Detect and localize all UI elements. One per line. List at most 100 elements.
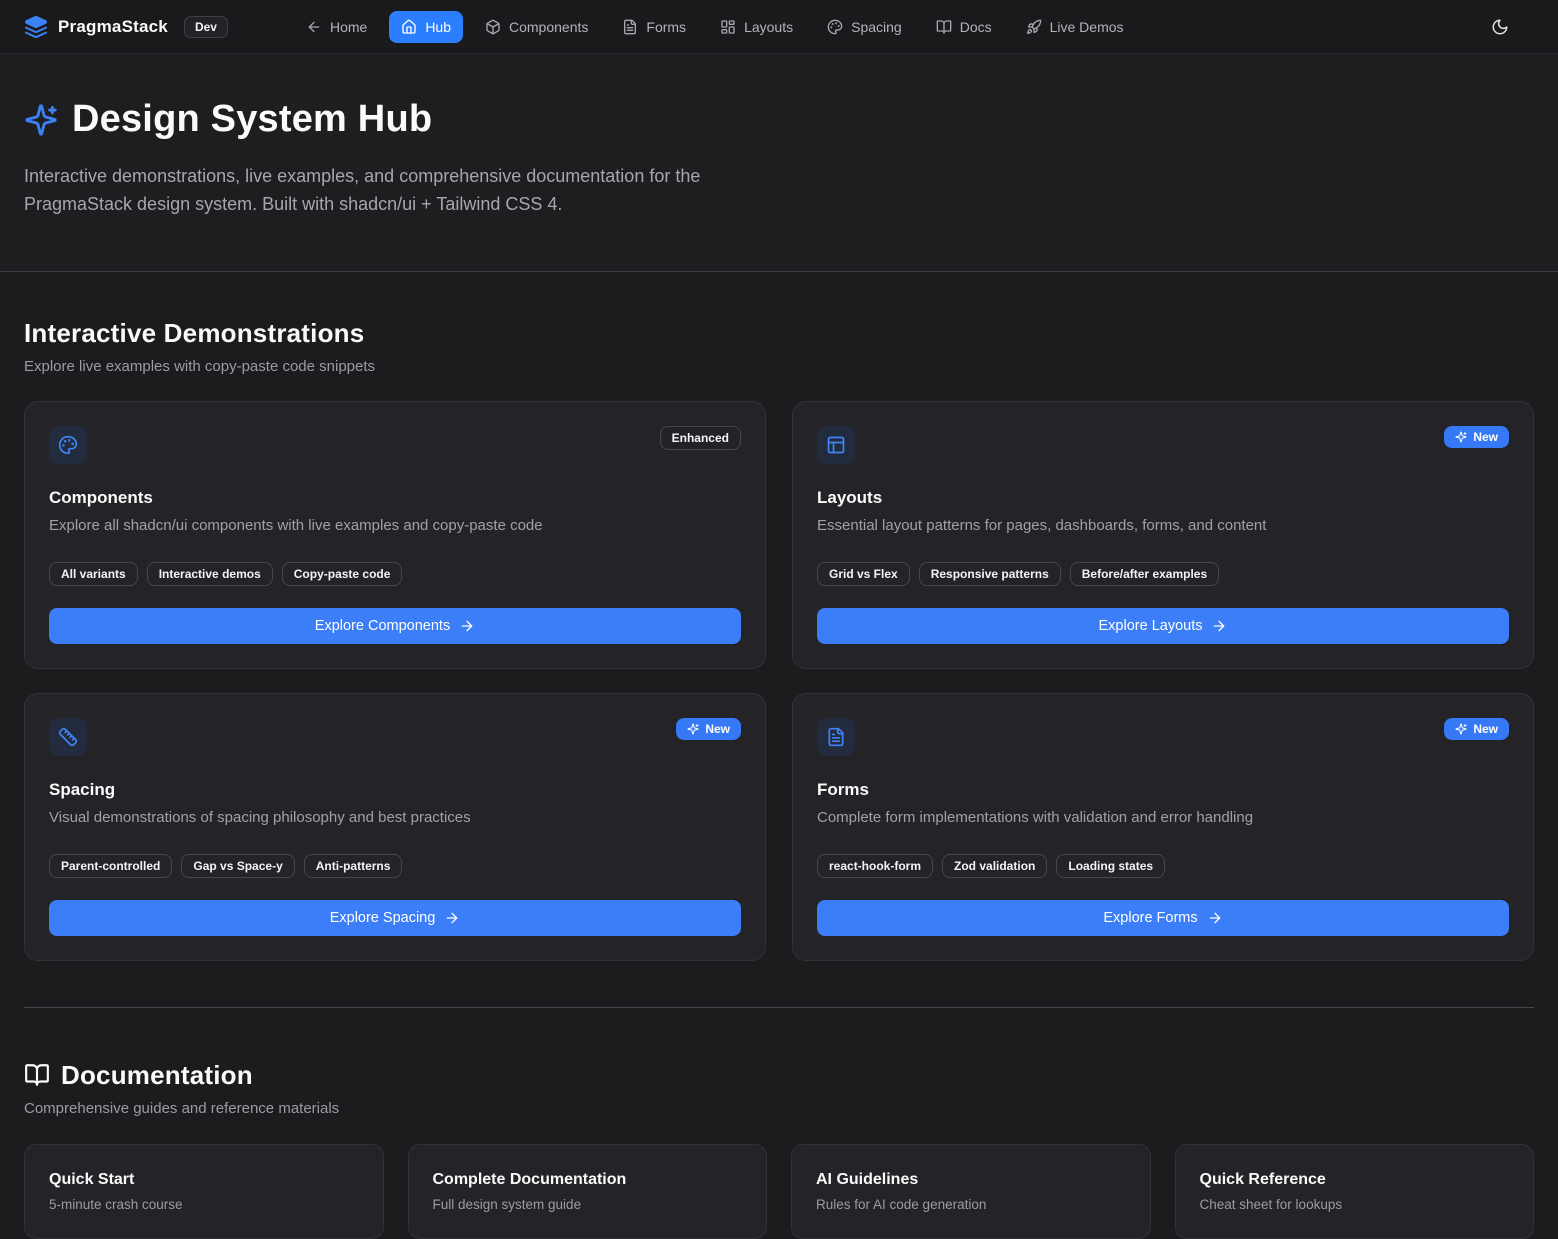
hero-section: Design System Hub Interactive demonstrat… bbox=[0, 54, 1558, 272]
demo-card-layouts: New Layouts Essential layout patterns fo… bbox=[792, 401, 1534, 669]
card-title: Layouts bbox=[817, 488, 1509, 508]
card-title: Spacing bbox=[49, 780, 741, 800]
main-nav: Home Hub Components Forms Layouts bbox=[294, 11, 1136, 43]
explore-forms-button[interactable]: Explore Forms bbox=[817, 900, 1509, 936]
nav-label: Live Demos bbox=[1050, 19, 1124, 35]
button-label: Explore Spacing bbox=[330, 910, 436, 926]
file-text-icon bbox=[622, 19, 638, 35]
button-label: Explore Forms bbox=[1103, 910, 1197, 926]
card-description: Complete form implementations with valid… bbox=[817, 809, 1509, 826]
demo-card-forms: New Forms Complete form implementations … bbox=[792, 693, 1534, 961]
nav-item-home[interactable]: Home bbox=[294, 11, 379, 43]
book-open-icon bbox=[936, 19, 952, 35]
layers-logo-icon bbox=[24, 15, 48, 39]
explore-spacing-button[interactable]: Explore Spacing bbox=[49, 900, 741, 936]
nav-label: Hub bbox=[425, 19, 451, 35]
brand[interactable]: PragmaStack Dev bbox=[24, 15, 228, 39]
doc-card-title: AI Guidelines bbox=[816, 1171, 1126, 1189]
doc-card-description: Full design system guide bbox=[433, 1197, 743, 1212]
sparkles-icon bbox=[1455, 723, 1467, 735]
doc-card-title: Quick Reference bbox=[1200, 1171, 1510, 1189]
doc-card-quick-start[interactable]: Quick Start 5-minute crash course bbox=[24, 1144, 384, 1239]
tag-row: Parent-controlled Gap vs Space-y Anti-pa… bbox=[49, 854, 741, 878]
enhanced-badge: Enhanced bbox=[660, 426, 741, 450]
doc-card-complete-documentation[interactable]: Complete Documentation Full design syste… bbox=[408, 1144, 768, 1239]
tag: Interactive demos bbox=[147, 562, 273, 586]
doc-card-quick-reference[interactable]: Quick Reference Cheat sheet for lookups bbox=[1175, 1144, 1535, 1239]
sparkles-icon bbox=[1455, 431, 1467, 443]
nav-item-forms[interactable]: Forms bbox=[610, 11, 698, 43]
explore-components-button[interactable]: Explore Components bbox=[49, 608, 741, 644]
tag: Zod validation bbox=[942, 854, 1047, 878]
palette-icon bbox=[49, 426, 87, 464]
book-open-icon bbox=[24, 1062, 50, 1088]
button-label: Explore Layouts bbox=[1099, 618, 1203, 634]
tag-row: react-hook-form Zod validation Loading s… bbox=[817, 854, 1509, 878]
doc-card-title: Complete Documentation bbox=[433, 1171, 743, 1189]
nav-label: Spacing bbox=[851, 19, 902, 35]
card-title: Components bbox=[49, 488, 741, 508]
tag: Grid vs Flex bbox=[817, 562, 910, 586]
new-badge: New bbox=[1444, 718, 1509, 740]
package-icon bbox=[485, 19, 501, 35]
demo-card-components: Enhanced Components Explore all shadcn/u… bbox=[24, 401, 766, 669]
doc-card-ai-guidelines[interactable]: AI Guidelines Rules for AI code generati… bbox=[791, 1144, 1151, 1239]
sparkles-icon bbox=[687, 723, 699, 735]
section-divider bbox=[24, 1007, 1534, 1008]
tag: Loading states bbox=[1056, 854, 1165, 878]
arrow-left-icon bbox=[306, 19, 322, 35]
badge-label: New bbox=[705, 722, 730, 736]
arrow-right-icon bbox=[459, 618, 475, 634]
doc-card-description: Cheat sheet for lookups bbox=[1200, 1197, 1510, 1212]
card-title: Forms bbox=[817, 780, 1509, 800]
badge-label: New bbox=[1473, 722, 1498, 736]
doc-card-title: Quick Start bbox=[49, 1171, 359, 1189]
palette-icon bbox=[827, 19, 843, 35]
nav-label: Forms bbox=[646, 19, 686, 35]
tag: Responsive patterns bbox=[919, 562, 1061, 586]
nav-item-hub[interactable]: Hub bbox=[389, 11, 463, 43]
explore-layouts-button[interactable]: Explore Layouts bbox=[817, 608, 1509, 644]
nav-item-components[interactable]: Components bbox=[473, 11, 600, 43]
theme-toggle-button[interactable] bbox=[1482, 9, 1518, 45]
tag: All variants bbox=[49, 562, 138, 586]
tag: react-hook-form bbox=[817, 854, 933, 878]
arrow-right-icon bbox=[1211, 618, 1227, 634]
nav-item-live-demos[interactable]: Live Demos bbox=[1014, 11, 1136, 43]
nav-item-layouts[interactable]: Layouts bbox=[708, 11, 805, 43]
page-title: Design System Hub bbox=[72, 98, 432, 141]
demos-section-title: Interactive Demonstrations bbox=[24, 318, 1534, 349]
tag: Copy-paste code bbox=[282, 562, 403, 586]
arrow-right-icon bbox=[444, 910, 460, 926]
layout-dashboard-icon bbox=[720, 19, 736, 35]
nav-item-spacing[interactable]: Spacing bbox=[815, 11, 914, 43]
dev-badge: Dev bbox=[184, 16, 228, 38]
tag-row: All variants Interactive demos Copy-past… bbox=[49, 562, 741, 586]
tag: Anti-patterns bbox=[304, 854, 403, 878]
nav-label: Home bbox=[330, 19, 367, 35]
tag: Parent-controlled bbox=[49, 854, 172, 878]
tag: Gap vs Space-y bbox=[181, 854, 294, 878]
doc-card-description: Rules for AI code generation bbox=[816, 1197, 1126, 1212]
nav-label: Docs bbox=[960, 19, 992, 35]
nav-item-docs[interactable]: Docs bbox=[924, 11, 1004, 43]
sparkles-icon bbox=[24, 103, 58, 137]
tag-row: Grid vs Flex Responsive patterns Before/… bbox=[817, 562, 1509, 586]
nav-label: Layouts bbox=[744, 19, 793, 35]
documentation-section: Documentation Comprehensive guides and r… bbox=[24, 1060, 1534, 1239]
demos-section-subtitle: Explore live examples with copy-paste co… bbox=[24, 358, 1534, 375]
docs-card-grid: Quick Start 5-minute crash course Comple… bbox=[24, 1144, 1534, 1239]
button-label: Explore Components bbox=[315, 618, 450, 634]
nav-label: Components bbox=[509, 19, 588, 35]
arrow-right-icon bbox=[1207, 910, 1223, 926]
brand-name: PragmaStack bbox=[58, 17, 168, 37]
file-text-icon bbox=[817, 718, 855, 756]
docs-section-title: Documentation bbox=[61, 1060, 253, 1091]
demo-card-spacing: New Spacing Visual demonstrations of spa… bbox=[24, 693, 766, 961]
doc-card-description: 5-minute crash course bbox=[49, 1197, 359, 1212]
main-content: Interactive Demonstrations Explore live … bbox=[0, 272, 1558, 1239]
new-badge: New bbox=[676, 718, 741, 740]
ruler-icon bbox=[49, 718, 87, 756]
demo-card-grid: Enhanced Components Explore all shadcn/u… bbox=[24, 401, 1534, 961]
tag: Before/after examples bbox=[1070, 562, 1219, 586]
